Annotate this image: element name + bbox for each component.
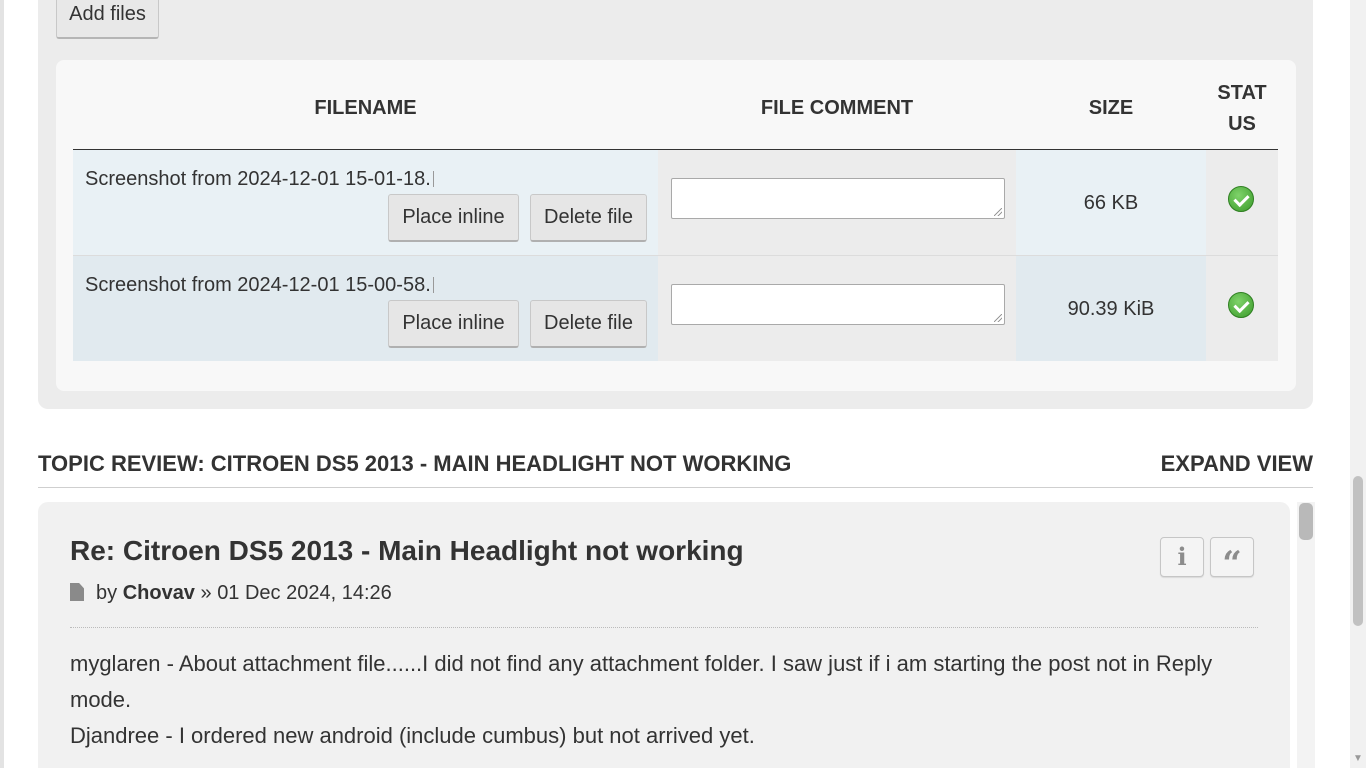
page-scrollbar[interactable]: [1350, 0, 1366, 768]
post-body: myglaren - About attachment file......I …: [70, 646, 1260, 754]
file-size: 90.39 KiB: [1067, 298, 1155, 320]
file-comment-input[interactable]: [671, 284, 1005, 325]
file-comment-input[interactable]: [671, 178, 1005, 219]
add-files-button[interactable]: Add files: [56, 0, 159, 39]
filename-cell: Screenshot from 2024-12-01 15-01-18. Pla…: [73, 150, 658, 255]
topic-review-title: TOPIC REVIEW: CITROEN DS5 2013 - MAIN HE…: [38, 451, 792, 476]
header-file-comment: FILE COMMENT: [760, 97, 914, 119]
check-circle-icon: [1228, 186, 1254, 212]
left-edge: [0, 0, 4, 768]
quote-icon[interactable]: “: [1210, 537, 1254, 584]
status-cell: [1206, 150, 1278, 255]
filename: Screenshot from 2024-12-01 15-00-58.: [85, 274, 434, 297]
delete-file-button[interactable]: Delete file: [530, 300, 647, 348]
header-size: SIZE: [1088, 97, 1134, 119]
status-cell: [1206, 256, 1278, 361]
info-icon[interactable]: i: [1160, 537, 1204, 577]
expand-view-link[interactable]: EXPAND VIEW: [1161, 451, 1313, 477]
comment-cell: [658, 256, 1016, 361]
header-filename: FILENAME: [314, 97, 417, 119]
file-icon: [70, 583, 84, 601]
table-row: Screenshot from 2024-12-01 15-00-58. Pla…: [73, 256, 1278, 361]
header-status-line1: STAT: [1217, 82, 1267, 104]
place-inline-button[interactable]: Place inline: [388, 194, 519, 242]
post-date: 01 Dec 2024, 14:26: [217, 582, 392, 604]
size-cell: 66 KB: [1016, 150, 1206, 255]
post-body-line: myglaren - About attachment file......I …: [70, 651, 1213, 712]
review-scrollbar-thumb[interactable]: [1299, 503, 1313, 540]
post-author[interactable]: Chovav: [123, 582, 195, 604]
table-row: Screenshot from 2024-12-01 15-01-18. Pla…: [73, 150, 1278, 255]
filename-cell: Screenshot from 2024-12-01 15-00-58. Pla…: [73, 256, 658, 361]
comment-cell: [658, 150, 1016, 255]
header-status-line2: US: [1228, 113, 1256, 135]
page-scrollbar-thumb[interactable]: [1353, 476, 1363, 626]
size-cell: 90.39 KiB: [1016, 256, 1206, 361]
file-size: 66 KB: [1083, 192, 1139, 214]
page: Add files FILENAME FILE COMMENT SIZE STA…: [0, 0, 1366, 768]
filename: Screenshot from 2024-12-01 15-01-18.: [85, 168, 434, 191]
header-status: STAT US: [1206, 82, 1278, 136]
scroll-down-arrow-icon[interactable]: ▼: [1353, 754, 1363, 764]
review-divider: [38, 487, 1313, 488]
by-label: by: [96, 582, 118, 604]
delete-file-button[interactable]: Delete file: [530, 194, 647, 242]
meta-separator: »: [200, 582, 212, 604]
place-inline-button[interactable]: Place inline: [388, 300, 519, 348]
post-meta: by Chovav » 01 Dec 2024, 14:26: [70, 582, 392, 605]
post-divider: [70, 627, 1258, 628]
post-title[interactable]: Re: Citroen DS5 2013 - Main Headlight no…: [70, 535, 744, 567]
post-body-line: Djandree - I ordered new android (includ…: [70, 723, 755, 748]
review-scrollbar[interactable]: [1297, 502, 1315, 768]
check-circle-icon: [1228, 292, 1254, 318]
